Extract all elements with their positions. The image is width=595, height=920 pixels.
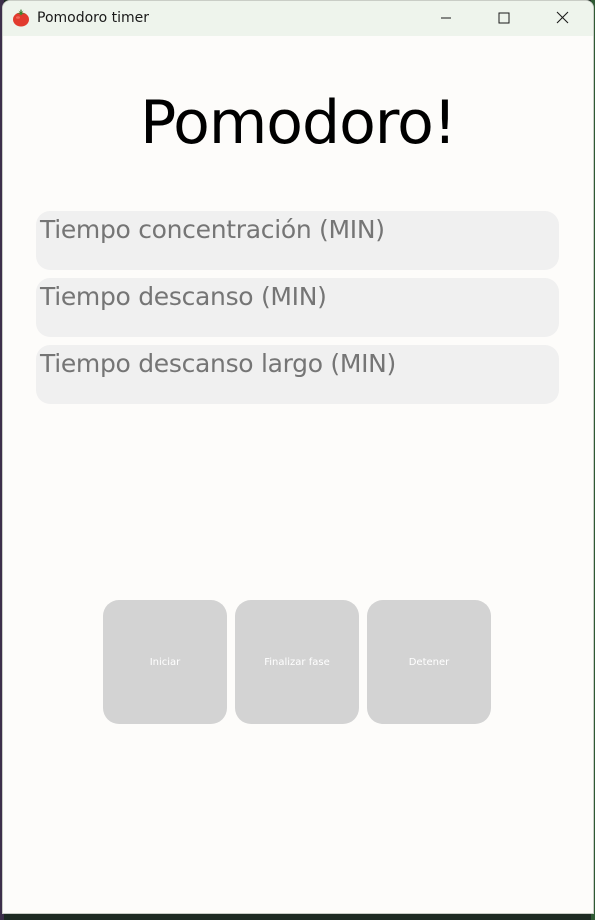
end-phase-button[interactable]: Finalizar fase [235,600,359,724]
break-time-input[interactable]: Tiempo descanso (MIN) [36,278,559,337]
start-button[interactable]: Iniciar [103,600,227,724]
focus-time-input[interactable]: Tiempo concentración (MIN) [36,211,559,270]
minimize-button[interactable] [417,1,475,36]
break-time-placeholder: Tiempo descanso (MIN) [40,282,327,311]
end-phase-button-label: Finalizar fase [264,656,330,668]
stop-button[interactable]: Detener [367,600,491,724]
start-button-label: Iniciar [149,656,181,668]
minimize-icon [440,9,452,28]
page-title: Pomodoro! [140,88,457,158]
stop-button-label: Detener [408,656,450,668]
maximize-button[interactable] [475,1,533,36]
long-break-time-placeholder: Tiempo descanso largo (MIN) [40,349,397,378]
tomato-icon [12,9,30,27]
long-break-time-input[interactable]: Tiempo descanso largo (MIN) [36,345,559,404]
close-button[interactable] [533,1,591,36]
focus-time-placeholder: Tiempo concentración (MIN) [40,215,385,244]
app-window: Pomodoro timer Pomodoro! Tiempo concentr… [2,0,594,914]
window-title: Pomodoro timer [37,10,150,26]
maximize-icon [498,9,510,28]
close-icon [556,9,569,28]
title-bar[interactable]: Pomodoro timer [3,1,593,36]
